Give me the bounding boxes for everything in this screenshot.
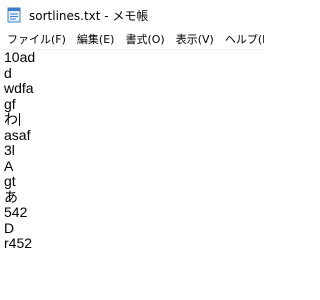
text-line-content: wdfa: [4, 80, 34, 96]
text-line: 542: [4, 204, 264, 221]
text-line-content: gf: [4, 95, 16, 112]
text-line-content: A: [4, 157, 14, 174]
text-line-content: gt: [4, 173, 16, 189]
text-line: wdfa: [4, 80, 264, 97]
text-line: gt: [4, 173, 264, 190]
text-line: 10ad: [4, 50, 264, 66]
menu-help[interactable]: ヘルプ(H): [220, 30, 264, 49]
menu-view[interactable]: 表示(V): [171, 30, 220, 49]
text-line: gf: [4, 95, 264, 113]
menu-file[interactable]: ファイル(F): [2, 30, 72, 49]
text-line-content: d: [4, 64, 12, 81]
text-line-content: あ: [4, 188, 18, 205]
text-line-with-caret: わ: [4, 111, 264, 128]
text-line: r452: [4, 235, 264, 252]
text-line: D: [4, 219, 264, 237]
text-line-content: 10ad: [4, 50, 36, 65]
text-caret: [19, 113, 20, 126]
menu-format[interactable]: 書式(O): [120, 30, 170, 49]
window-title: sortlines.txt - メモ帳: [29, 8, 149, 23]
text-line: asaf: [4, 126, 264, 144]
text-line: A: [4, 157, 264, 175]
text-line: あ: [4, 188, 264, 206]
text-line-content: わ: [4, 111, 18, 127]
text-line-content: r452: [4, 235, 33, 251]
menu-bar: ファイル(F) 編集(E) 書式(O) 表示(V) ヘルプ(H): [0, 30, 264, 50]
menu-edit[interactable]: 編集(E): [72, 30, 121, 49]
text-line: d: [4, 64, 264, 82]
text-line: 3l: [4, 142, 264, 159]
text-line-content: asaf: [4, 126, 31, 143]
text-line-content: 3l: [4, 142, 15, 158]
notepad-window: sortlines.txt - メモ帳 ファイル(F) 編集(E) 書式(O) …: [0, 0, 264, 300]
text-editor-area[interactable]: 10ad d wdfa gf わ asaf 3l A gt あ 542 D r4…: [0, 50, 264, 300]
notepad-icon: [6, 7, 22, 23]
text-line-content: D: [4, 219, 15, 236]
text-line-content: 542: [4, 204, 28, 220]
title-bar[interactable]: sortlines.txt - メモ帳: [0, 0, 264, 30]
